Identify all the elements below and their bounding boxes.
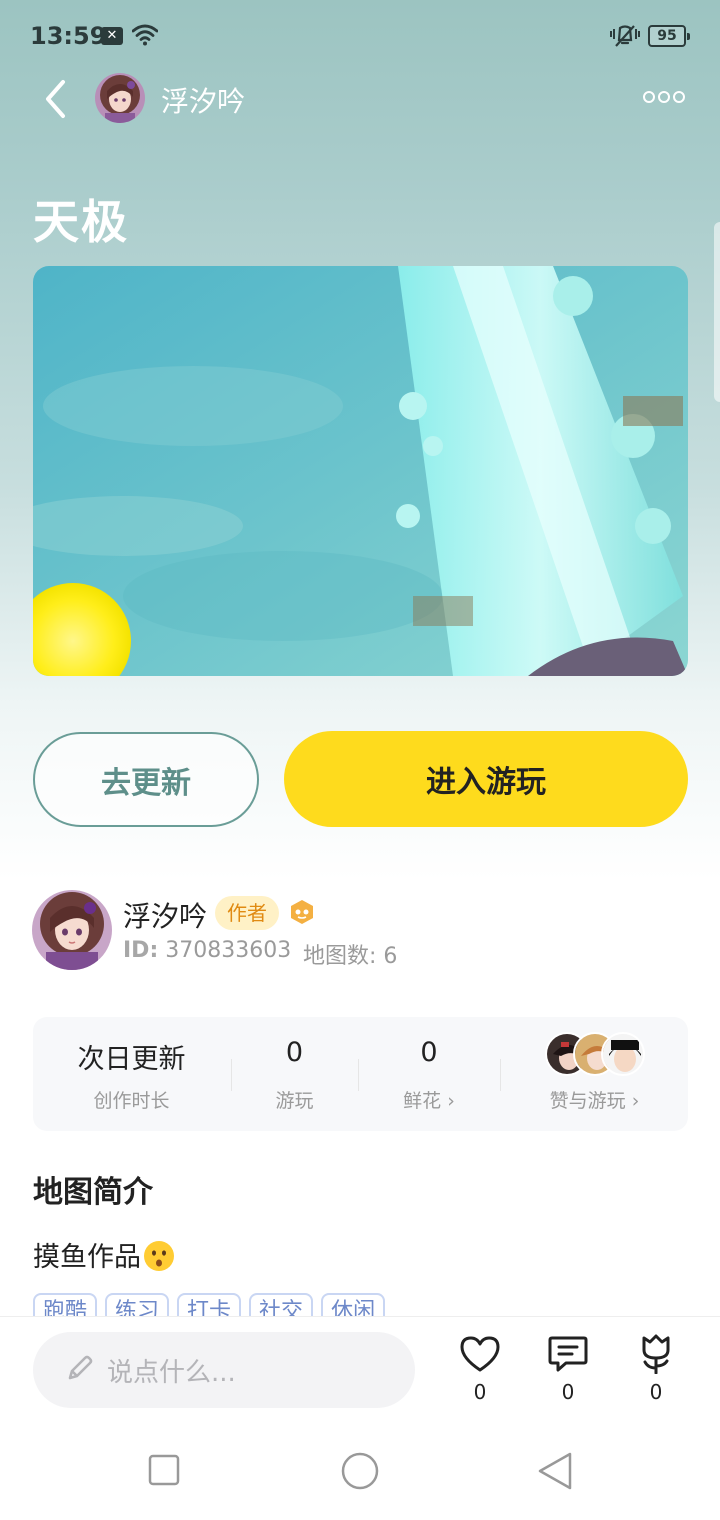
recent-apps-button[interactable] [148, 1450, 180, 1494]
wifi-icon [131, 24, 159, 50]
stat-plays-value: 0 [285, 1037, 304, 1068]
triangle-back-icon [538, 1452, 572, 1490]
stat-creation-time: 次日更新 创作时长 [33, 1017, 230, 1131]
stat-likes-label-text: 赞与游玩 [549, 1090, 626, 1112]
stat-plays-label: 游玩 [275, 1090, 314, 1112]
stat-flowers-label-text: 鲜花 [403, 1090, 442, 1112]
author-id-value: 370833603 [165, 938, 292, 963]
chevron-right-icon: › [631, 1090, 640, 1112]
liker-avatar [601, 1032, 645, 1076]
battery-icon: 95 [648, 25, 690, 47]
system-back-button[interactable] [536, 1450, 574, 1496]
like-count: 0 [473, 1380, 487, 1404]
like-button[interactable]: 0 [456, 1334, 504, 1404]
kissing-face-icon [143, 1240, 175, 1272]
comment-placeholder: 说点什么... [107, 1357, 236, 1388]
comment-input[interactable]: 说点什么... [33, 1332, 415, 1408]
comment-button[interactable]: 0 [544, 1334, 592, 1404]
comment-count: 0 [561, 1380, 575, 1404]
comment-icon [548, 1336, 588, 1372]
liker-avatars[interactable] [545, 1032, 645, 1076]
square-icon [148, 1454, 180, 1486]
home-button[interactable] [339, 1450, 381, 1496]
rose-icon [642, 1334, 670, 1375]
stats-card: 次日更新 创作时长 0 游玩 0 鲜花 › 赞与游玩 › [33, 1017, 688, 1131]
flower-button[interactable]: 0 [632, 1334, 680, 1404]
author-badge: 作者 [215, 896, 279, 930]
map-title: 天极 [33, 195, 129, 249]
notification-x-icon: ✕ [101, 27, 123, 45]
chevron-left-icon [46, 80, 65, 118]
stat-creation-label: 创作时长 [93, 1090, 170, 1112]
more-dot [658, 91, 670, 103]
stat-flowers-value: 0 [420, 1037, 438, 1068]
intro-text: 摸鱼作品 [33, 1235, 175, 1274]
stat-creation-value: 次日更新 [77, 1044, 186, 1075]
author-avatar[interactable] [32, 890, 112, 970]
author-id-label: ID: [123, 938, 159, 963]
author-id: ID: 370833603 [123, 938, 291, 963]
vibrate-icon [610, 24, 640, 52]
intro-text-body: 摸鱼作品 [33, 1242, 141, 1273]
gamepad-badge-icon [288, 898, 316, 930]
more-dots-icon [643, 91, 655, 103]
scroll-handle[interactable] [714, 222, 720, 402]
stat-likes-label: 赞与游玩 › [501, 1086, 688, 1113]
heart-icon [460, 1336, 500, 1372]
update-button[interactable]: 去更新 [33, 732, 259, 827]
intro-section-title: 地图简介 [33, 1175, 153, 1210]
circle-icon [341, 1452, 379, 1490]
author-map-count: 地图数: 6 [303, 944, 398, 969]
status-bar: 13:59 ✕ 95 [0, 0, 720, 72]
flower-count: 0 [649, 1380, 663, 1404]
author-name[interactable]: 浮汐吟 [123, 895, 207, 935]
header-author-name[interactable]: 浮汐吟 [161, 80, 245, 120]
more-button[interactable] [640, 84, 688, 110]
header-avatar[interactable] [95, 73, 145, 123]
more-dot [673, 91, 685, 103]
chevron-right-icon: › [447, 1090, 455, 1112]
stat-plays: 0 游玩 [232, 1017, 357, 1131]
status-time: 13:59 [30, 22, 107, 50]
pencil-icon [65, 1353, 95, 1387]
stat-flowers-label: 鲜花 › [359, 1086, 499, 1113]
back-button[interactable] [30, 74, 80, 124]
play-button[interactable]: 进入游玩 [284, 731, 688, 827]
map-cover-image [33, 266, 688, 676]
stat-flowers[interactable]: 0 鲜花 › [359, 1017, 499, 1131]
